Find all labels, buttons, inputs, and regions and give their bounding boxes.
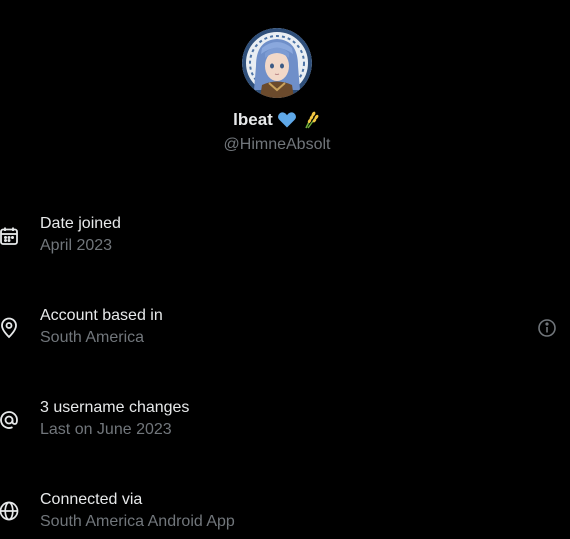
account-based-in-label: Account based in (40, 307, 163, 324)
username-changes-value: Last on June 2023 (40, 421, 172, 438)
location-pin-icon (0, 317, 20, 339)
info-icon[interactable] (537, 318, 557, 338)
connected-via-value: South America Android App (40, 513, 235, 530)
display-name: lbeat (233, 110, 273, 129)
avatar[interactable] (242, 28, 312, 98)
date-joined-label: Date joined (40, 215, 121, 232)
account-based-in-value: South America (40, 329, 145, 346)
date-joined-value: April 2023 (40, 237, 113, 254)
blue-heart-emoji (277, 110, 297, 130)
rice-sheaf-emoji (301, 110, 321, 130)
about-row-account-based-in: Account based in South America (0, 307, 570, 355)
globe-icon (0, 500, 20, 522)
about-row-date-joined: Date joined April 2023 (0, 215, 570, 263)
profile-header: lbeat @HimneAbsolt (0, 28, 554, 154)
connected-via-label: Connected via (40, 491, 143, 508)
at-sign-icon (0, 409, 20, 431)
about-row-connected-via: Connected via South America Android App (0, 491, 570, 539)
about-row-username-changes: 3 username changes Last on June 2023 (0, 399, 570, 447)
user-handle: @HimneAbsolt (223, 136, 331, 153)
username-changes-label: 3 username changes (40, 399, 190, 416)
calendar-icon (0, 225, 20, 247)
